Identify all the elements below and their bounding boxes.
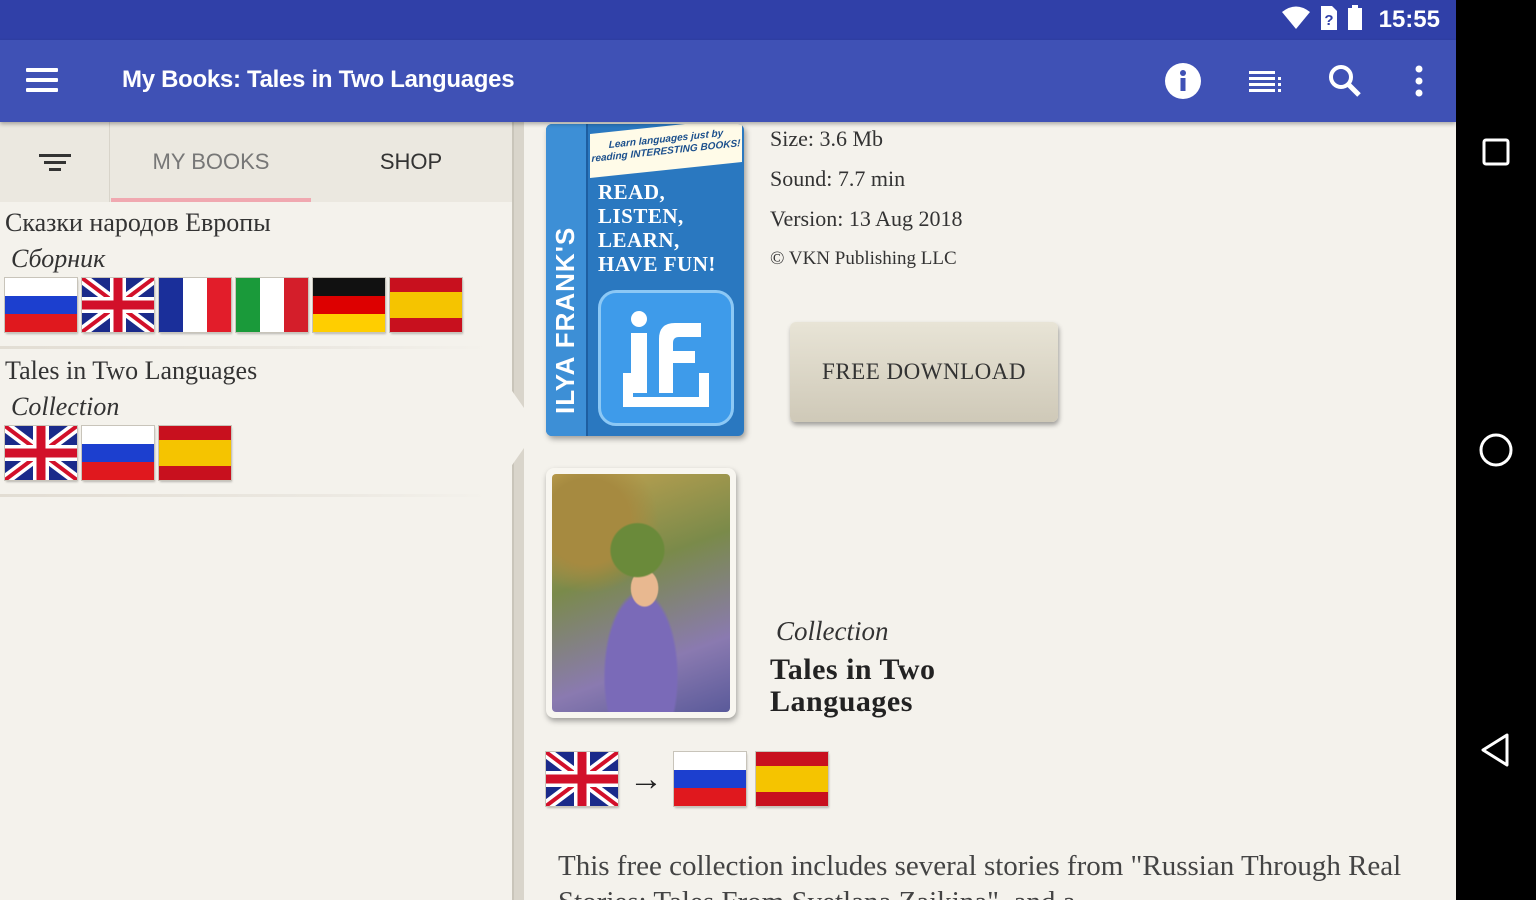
french-flag-icon bbox=[159, 278, 231, 332]
uk-flag-icon bbox=[546, 752, 618, 806]
app-title: My Books: Tales in Two Languages bbox=[122, 66, 515, 93]
cover-banner: Learn languages just by reading INTEREST… bbox=[590, 124, 742, 178]
divider bbox=[0, 346, 490, 349]
status-time: 15:55 bbox=[1378, 6, 1440, 33]
more-vert-icon[interactable] bbox=[1398, 60, 1440, 102]
library-item-title: Сказки народов Европы bbox=[5, 208, 271, 237]
library-item-title: Tales in Two Languages bbox=[5, 356, 258, 385]
german-flag-icon bbox=[313, 278, 385, 332]
cover-line: LEARN, bbox=[598, 228, 680, 252]
divider bbox=[0, 494, 490, 497]
recents-icon[interactable] bbox=[1476, 132, 1516, 172]
book-size: Size: 3.6 Mb bbox=[770, 126, 884, 151]
cover-line: LISTEN, bbox=[598, 204, 684, 228]
svg-text:?: ? bbox=[1324, 12, 1333, 29]
language-pair: → bbox=[546, 752, 828, 806]
system-nav-bar bbox=[1456, 0, 1536, 900]
cover-line: READ, bbox=[598, 180, 666, 204]
library-panel: MY BOOKS SHOP Сказки народов Европы Сбор… bbox=[0, 122, 512, 900]
collection-art bbox=[552, 474, 730, 712]
filter-icon[interactable] bbox=[0, 122, 110, 202]
search-icon[interactable] bbox=[1324, 60, 1366, 102]
arrow-right-icon: → bbox=[629, 760, 663, 798]
sim-unknown-icon: ? bbox=[1319, 4, 1339, 37]
book-detail-panel: ILYA FRANK'S Learn languages just by rea… bbox=[524, 122, 1456, 900]
collection-cover-image[interactable] bbox=[546, 468, 736, 718]
library-item-tales-two-languages[interactable]: Tales in Two Languages Collection bbox=[0, 356, 500, 480]
tab-shop[interactable]: SHOP bbox=[311, 122, 511, 202]
tab-my-books[interactable]: MY BOOKS bbox=[111, 122, 311, 202]
cover-spine-text: ILYA FRANK'S bbox=[550, 226, 580, 414]
cover-text: READ, LISTEN, LEARN, HAVE FUN! bbox=[598, 180, 716, 276]
uk-flag-icon bbox=[5, 426, 77, 480]
book-cover-image: ILYA FRANK'S Learn languages just by rea… bbox=[546, 124, 744, 436]
app-bar: My Books: Tales in Two Languages bbox=[0, 40, 1456, 122]
uk-flag-icon bbox=[82, 278, 154, 332]
spanish-flag-icon bbox=[756, 752, 828, 806]
source-language-flag bbox=[546, 752, 618, 806]
spanish-flag-icon bbox=[390, 278, 462, 332]
panel-splitter[interactable] bbox=[512, 122, 524, 900]
target-language-flags bbox=[674, 752, 828, 806]
book-copyright: © VKN Publishing LLC bbox=[770, 248, 957, 269]
home-icon[interactable] bbox=[1476, 430, 1516, 470]
menu-icon[interactable] bbox=[26, 64, 68, 98]
italian-flag-icon bbox=[236, 278, 308, 332]
battery-icon bbox=[1347, 4, 1363, 37]
status-icons: ? 15:55 bbox=[1281, 4, 1440, 37]
flag-row bbox=[0, 426, 500, 480]
book-version: Version: 13 Aug 2018 bbox=[770, 206, 963, 231]
free-download-button[interactable]: FREE DOWNLOAD bbox=[790, 322, 1058, 422]
info-icon[interactable] bbox=[1162, 60, 1204, 102]
book-description: This free collection includes several st… bbox=[558, 850, 1402, 900]
cover-line: HAVE FUN! bbox=[598, 252, 716, 276]
status-bar: ? 15:55 bbox=[0, 0, 1456, 40]
collection-title: Tales in Two Languages bbox=[770, 653, 936, 718]
library-item-fairy-tales[interactable]: Сказки народов Европы Сборник bbox=[0, 208, 500, 332]
list-view-icon[interactable] bbox=[1244, 60, 1286, 102]
back-icon[interactable] bbox=[1476, 730, 1516, 770]
if-logo-icon bbox=[598, 290, 734, 426]
russian-flag-icon bbox=[82, 426, 154, 480]
cover-spine: ILYA FRANK'S bbox=[546, 124, 588, 436]
book-sound-length: Sound: 7.7 min bbox=[770, 166, 906, 191]
russian-flag-icon bbox=[674, 752, 746, 806]
collection-subtitle: Collection bbox=[776, 616, 889, 646]
russian-flag-icon bbox=[5, 278, 77, 332]
library-item-subtitle: Collection bbox=[11, 392, 120, 421]
wifi-icon bbox=[1281, 5, 1311, 36]
tab-bar: MY BOOKS SHOP bbox=[0, 122, 512, 202]
spanish-flag-icon bbox=[159, 426, 231, 480]
library-item-subtitle: Сборник bbox=[11, 244, 106, 273]
flag-row bbox=[0, 278, 500, 332]
